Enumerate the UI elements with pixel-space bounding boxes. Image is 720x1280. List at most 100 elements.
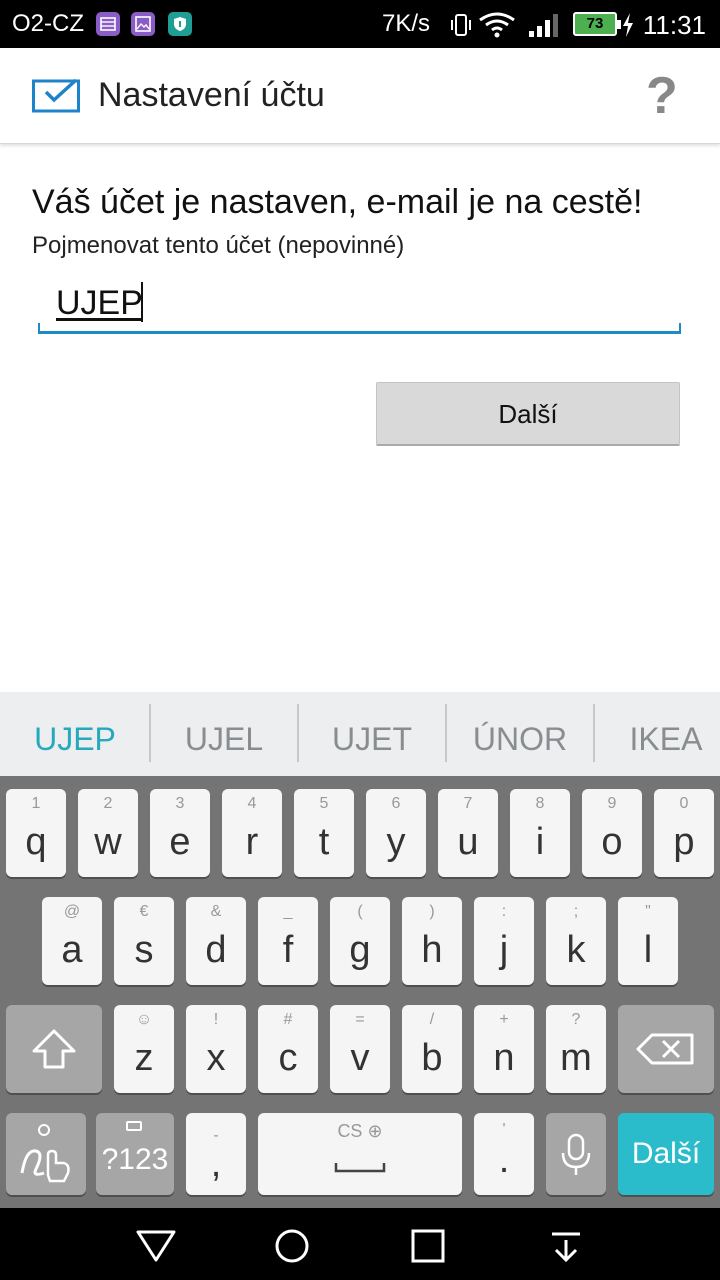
key-n[interactable]: + n <box>474 1005 534 1093</box>
wifi-icon <box>478 12 516 43</box>
key-hint: " <box>645 903 651 920</box>
key-q[interactable]: 1q <box>6 789 66 877</box>
key-label: z <box>134 1037 154 1079</box>
key-u[interactable]: 7u <box>438 789 498 877</box>
key-label: g <box>349 929 371 971</box>
key-hint: 9 <box>607 795 617 812</box>
next-action-label: Další <box>631 1137 701 1170</box>
suggestion-item[interactable]: UJEL <box>150 692 298 776</box>
backspace-key[interactable] <box>618 1005 714 1093</box>
key-t[interactable]: 5t <box>294 789 354 877</box>
suggestion-strip: UJEP UJEL UJET ÚNOR IKEA <box>0 692 720 776</box>
key-hint: 4 <box>247 795 257 812</box>
symbols-key[interactable]: ?123 <box>96 1113 174 1195</box>
key-hint: ; <box>573 903 579 920</box>
app-bar: Nastavení účtu ? <box>0 48 720 144</box>
symbols-key-label: ?123 <box>101 1143 169 1176</box>
key-x[interactable]: ! x <box>186 1005 246 1093</box>
key-j[interactable]: :j <box>474 897 534 985</box>
key-hint: 7 <box>463 795 473 812</box>
soft-keyboard: ?123 - , CS ⊕ ' . Další 1q2w3e4r5t6y7u8i… <box>0 776 720 1208</box>
comma-key[interactable]: - , <box>186 1113 246 1195</box>
key-hint: _ <box>283 903 293 920</box>
key-s[interactable]: € s <box>114 897 174 985</box>
key-y[interactable]: 6y <box>366 789 426 877</box>
account-name-value: UJEP <box>56 284 143 322</box>
key-g[interactable]: (g <box>330 897 390 985</box>
key-hint: 6 <box>391 795 401 812</box>
key-label: u <box>457 821 479 863</box>
voice-input-key[interactable] <box>546 1113 606 1195</box>
key-k[interactable]: ; k <box>546 897 606 985</box>
space-key[interactable]: CS ⊕ <box>258 1113 462 1195</box>
key-hint: 5 <box>319 795 329 812</box>
next-button[interactable]: Další <box>376 382 680 446</box>
key-hint: ! <box>213 1011 219 1028</box>
key-z[interactable]: ☺ z <box>114 1005 174 1093</box>
key-label: k <box>566 929 586 971</box>
key-hint: 0 <box>679 795 689 812</box>
page-title: Nastavení účtu <box>98 76 325 114</box>
key-label: b <box>421 1037 443 1079</box>
recent-apps-icon[interactable] <box>408 1226 448 1271</box>
key-label: j <box>499 929 509 971</box>
key-c[interactable]: # c <box>258 1005 318 1093</box>
key-hint: 2 <box>103 795 113 812</box>
key-a[interactable]: @ a <box>42 897 102 985</box>
suggestion-item[interactable]: UJET <box>298 692 446 776</box>
key-label: n <box>493 1037 515 1079</box>
key-hint: @ <box>63 903 81 920</box>
back-icon[interactable] <box>134 1226 178 1271</box>
notification-pulldown-icon[interactable] <box>546 1226 586 1271</box>
setup-complete-headline: Váš účet je nastaven, e-mail je na cestě… <box>32 183 643 221</box>
key-l[interactable]: " l <box>618 897 678 985</box>
key-d[interactable]: & d <box>186 897 246 985</box>
backspace-icon <box>636 1033 694 1065</box>
key-m[interactable]: ? m <box>546 1005 606 1093</box>
key-label: e <box>169 821 191 863</box>
key-hint: 1 <box>31 795 41 812</box>
comma-key-label: , <box>210 1143 222 1185</box>
period-key[interactable]: ' . <box>474 1113 534 1195</box>
key-label: w <box>94 821 122 863</box>
key-label: h <box>421 929 443 971</box>
shield-notification-icon <box>168 12 192 36</box>
key-label: y <box>386 821 406 863</box>
suggestion-item[interactable]: IKEA <box>594 692 720 776</box>
key-r[interactable]: 4r <box>222 789 282 877</box>
key-v[interactable]: = v <box>330 1005 390 1093</box>
key-e[interactable]: 3e <box>150 789 210 877</box>
key-label: t <box>318 821 330 863</box>
vibrate-icon <box>448 12 474 43</box>
help-icon[interactable]: ? <box>646 66 678 126</box>
key-o[interactable]: 9o <box>582 789 642 877</box>
key-w[interactable]: 2w <box>78 789 138 877</box>
suggestion-item[interactable]: UJEP <box>0 692 150 776</box>
gallery-notification-icon <box>131 12 155 36</box>
swype-settings-key[interactable] <box>6 1113 86 1195</box>
signal-icon <box>528 12 562 43</box>
next-action-key[interactable]: Další <box>618 1113 714 1195</box>
carrier-name: O2-CZ <box>12 10 84 37</box>
key-hint: # <box>283 1011 293 1028</box>
space-bar-icon <box>334 1163 386 1173</box>
account-name-input[interactable]: UJEP <box>38 276 681 334</box>
microphone-icon <box>561 1133 591 1175</box>
notes-notification-icon <box>96 12 120 36</box>
key-label: m <box>560 1037 592 1079</box>
key-b[interactable]: / b <box>402 1005 462 1093</box>
key-hint: & <box>210 903 222 920</box>
suggestion-item[interactable]: ÚNOR <box>446 692 594 776</box>
home-icon[interactable] <box>272 1226 312 1271</box>
key-h[interactable]: ) h <box>402 897 462 985</box>
key-p[interactable]: 0p <box>654 789 714 877</box>
key-hint: / <box>429 1011 435 1028</box>
key-hint: ( <box>357 903 363 920</box>
shift-icon <box>32 1029 76 1069</box>
key-hint: 3 <box>175 795 185 812</box>
charging-icon <box>621 12 635 43</box>
network-speed: 7K/s <box>382 10 431 37</box>
key-i[interactable]: 8i <box>510 789 570 877</box>
shift-key[interactable] <box>6 1005 102 1093</box>
key-f[interactable]: _ f <box>258 897 318 985</box>
